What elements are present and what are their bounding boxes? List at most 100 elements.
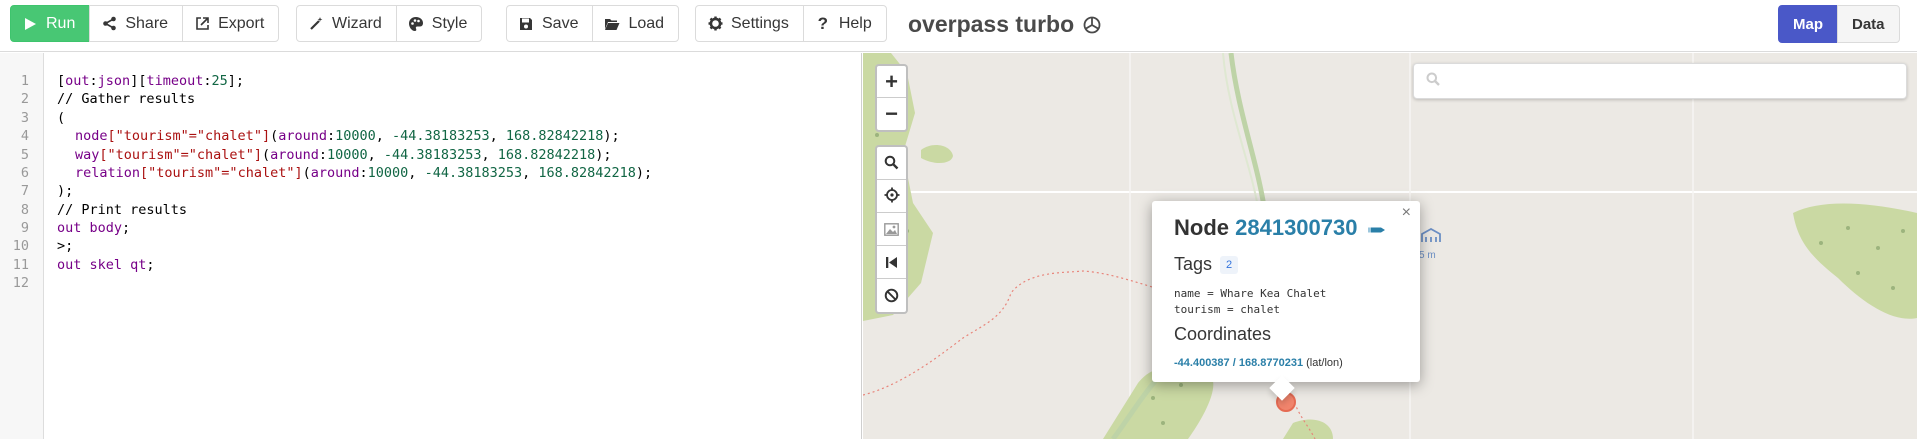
wizard-button[interactable]: Wizard [296, 5, 397, 42]
tag-line: name = Whare Kea Chalet [1174, 287, 1327, 300]
token: ( [270, 128, 279, 144]
locate-me-button[interactable] [877, 180, 906, 213]
popup-close-button[interactable]: × [1402, 204, 1411, 222]
token: out body [57, 220, 123, 236]
token: , [522, 165, 539, 181]
search-icon [1426, 72, 1440, 91]
token: ); [603, 128, 620, 144]
tags-heading-label: Tags [1174, 254, 1213, 274]
popup-tags-heading: Tags 2 [1174, 254, 1239, 275]
code-line-11: out skel qt; [57, 257, 155, 273]
zoom-to-data-button[interactable] [877, 147, 906, 180]
token: ["tourism"="chalet"] [107, 128, 271, 144]
run-label: Run [46, 14, 76, 32]
code-line-7: ); [57, 183, 74, 199]
export-button[interactable]: Export [182, 5, 280, 42]
token: : [359, 165, 368, 181]
line-number: 2 [20, 91, 29, 107]
token: around [278, 128, 327, 144]
token: out [65, 73, 90, 89]
token: 168.82842218 [497, 147, 596, 163]
line-number: 4 [20, 128, 29, 144]
line-number: 5 [20, 147, 29, 163]
token: ); [635, 165, 653, 181]
zoom-control: + − [875, 64, 908, 132]
token: ]; [227, 73, 245, 89]
wizard-style-group: Wizard Style [296, 5, 483, 42]
alpine-hut-icon [1420, 227, 1442, 249]
restore-view-button[interactable] [877, 246, 906, 279]
code-line-3: ( [57, 110, 66, 126]
magnifier-icon [884, 150, 899, 176]
wizard-label: Wizard [332, 14, 382, 32]
token: ; [146, 257, 155, 273]
code-line-9: out body; [57, 220, 130, 236]
map-view-tab[interactable]: Map [1778, 5, 1838, 43]
share-button[interactable]: Share [89, 5, 184, 42]
code-line-1: [out:json][timeout:25]; [57, 73, 244, 89]
token: 25 [211, 73, 228, 89]
ban-icon [884, 283, 899, 309]
map-view[interactable]: + − 5 m × Node 2841300730 Tags 2 name = … [863, 53, 1917, 439]
toggle-data-overlay-button[interactable] [877, 213, 906, 246]
token: : [89, 73, 98, 89]
run-button-group: Run Share Export [10, 5, 280, 42]
token: 168.82842218 [538, 165, 636, 181]
zoom-out-button[interactable]: − [877, 98, 906, 130]
coordinates-link[interactable]: -44.400387 / 168.8770231 [1174, 357, 1303, 369]
code-line-8: // Print results [57, 202, 188, 218]
settings-help-group: Settings ? Help [695, 5, 887, 42]
token: 10000 [335, 128, 376, 144]
coordinates-unit: (lat/lon) [1306, 357, 1343, 369]
pencil-edit-icon[interactable] [1367, 216, 1386, 242]
run-button[interactable]: Run [10, 5, 91, 42]
save-label: Save [542, 14, 579, 32]
palette-icon [408, 16, 424, 32]
help-button[interactable]: ? Help [802, 5, 887, 42]
line-number: 8 [20, 202, 29, 218]
line-number-gutter: 1 2 3 4 5 6 7 8 9 10 11 12 [0, 53, 44, 439]
clear-data-button[interactable] [877, 279, 906, 312]
coordinates-row: -44.400387 / 168.8770231 (lat/lon) [1174, 357, 1343, 369]
question-icon: ? [817, 13, 828, 33]
token: timeout [146, 73, 204, 89]
zoom-in-button[interactable]: + [877, 66, 906, 98]
popup-title-label: Node [1174, 215, 1229, 240]
token: 168.82842218 [505, 128, 604, 144]
token: relation [75, 165, 141, 181]
floppy-disk-icon [518, 16, 534, 32]
app-title-text: overpass turbo [908, 11, 1075, 37]
export-label: Export [218, 14, 265, 32]
token: : [318, 147, 328, 163]
token: ["tourism"="chalet"] [140, 165, 303, 181]
help-label: Help [838, 14, 872, 32]
node-id-link[interactable]: 2841300730 [1235, 215, 1357, 240]
query-editor[interactable]: 1 2 3 4 5 6 7 8 9 10 11 12 [out:json][ti… [0, 53, 862, 439]
share-label: Share [125, 14, 169, 32]
save-button[interactable]: Save [506, 5, 594, 42]
hut-elevation-label: 5 m [1419, 250, 1436, 261]
skip-back-icon [885, 249, 898, 275]
line-number: 10 [12, 238, 29, 254]
token: ; [122, 220, 131, 236]
token: ["tourism"="chalet"] [99, 147, 262, 163]
map-search-box [1413, 63, 1907, 99]
data-view-tab[interactable]: Data [1837, 5, 1900, 43]
line-number: 7 [20, 183, 29, 199]
token: out skel qt [57, 257, 147, 273]
token: -44.38183253 [383, 147, 482, 163]
style-label: Style [431, 14, 468, 32]
coordinates-heading: Coordinates [1174, 324, 1272, 344]
token: ( [261, 147, 271, 163]
token: , [481, 147, 498, 163]
token: : [203, 73, 212, 89]
style-button[interactable]: Style [395, 5, 483, 42]
token: 10000 [367, 165, 409, 181]
view-toggle: Map Data [1778, 5, 1900, 43]
map-search-input[interactable] [1448, 72, 1888, 90]
token: 10000 [327, 147, 368, 163]
settings-button[interactable]: Settings [695, 5, 804, 42]
share-icon [101, 16, 117, 32]
load-button[interactable]: Load [592, 5, 680, 42]
image-icon [884, 216, 899, 242]
